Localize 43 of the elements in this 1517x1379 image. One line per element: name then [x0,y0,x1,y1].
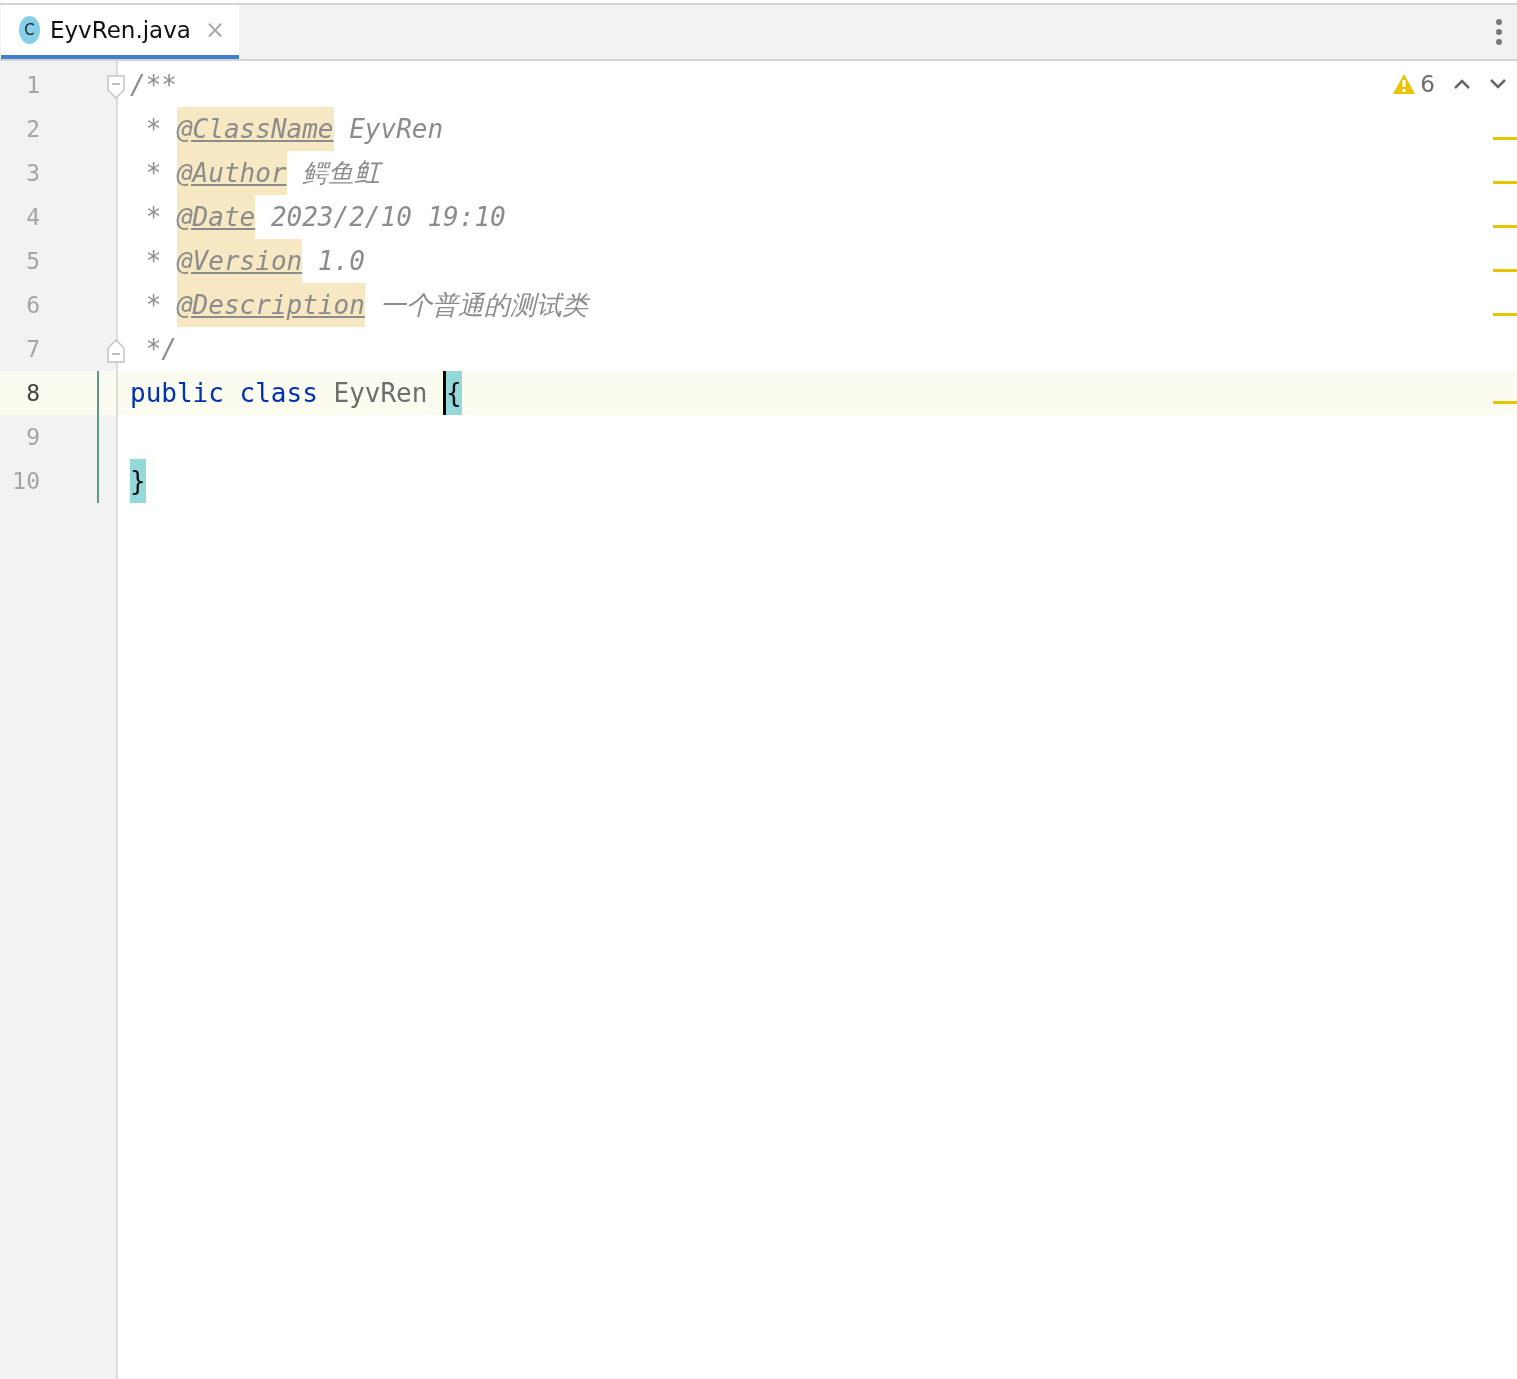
line-number: 1 [25,72,40,98]
code-comment: 一个普通的测试类 [379,288,589,322]
line-number: 7 [25,336,40,362]
chevron-down-icon[interactable] [1489,78,1507,90]
code-keyword: class [239,378,318,408]
line-number: 10 [11,468,40,494]
line-number: 8 [25,380,40,406]
line-number: 6 [25,292,40,318]
code-comment: * [144,290,163,320]
line-number: 4 [25,204,40,230]
code-comment: EyvRen [348,114,444,144]
matched-brace: { [443,371,462,415]
code-text: EyvRen [333,378,428,408]
warning-stripe-mark[interactable] [1493,401,1517,404]
warning-count[interactable]: 6 [1420,71,1435,97]
line-number: 9 [25,424,40,450]
line-number: 2 [25,116,40,142]
more-icon[interactable] [1495,18,1503,46]
code-comment: * [144,202,163,232]
code-comment: * [144,246,163,276]
editor-tab[interactable]: C EyvRen.java × [1,5,239,59]
line-number: 3 [25,160,40,186]
chevron-up-icon[interactable] [1453,78,1471,90]
fold-icon[interactable] [107,75,125,99]
code-comment: 2023/2/10 19:10 [269,202,506,232]
code-comment: 鳄鱼𫚉 [301,156,381,190]
line-number: 5 [25,248,40,274]
code-comment: 1.0 [316,246,365,276]
code-keyword: public [130,378,224,408]
warning-stripe-mark[interactable] [1493,269,1517,272]
warning-stripe-mark[interactable] [1493,225,1517,228]
warning-stripe-mark[interactable] [1493,181,1517,184]
fold-icon[interactable] [107,339,125,363]
warning-stripe-mark[interactable] [1493,313,1517,316]
code-comment: */ [144,334,177,364]
code-comment: /** [130,70,177,100]
class-icon: C [19,16,40,44]
tab-label: EyvRen.java [49,17,191,43]
warning-icon [1392,73,1417,95]
code-comment: * [144,114,163,144]
matched-brace: } [130,459,146,503]
code-comment: * [144,158,163,188]
warning-stripe-mark[interactable] [1493,137,1517,140]
